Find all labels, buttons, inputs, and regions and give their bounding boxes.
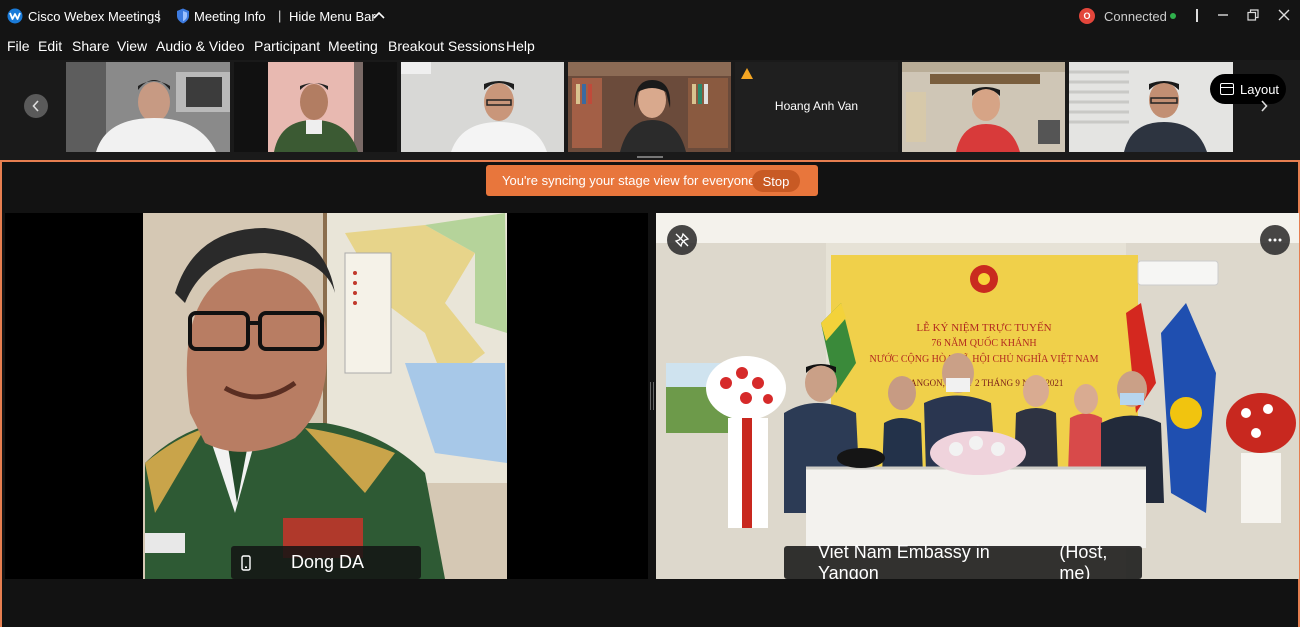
participant-video <box>66 62 230 152</box>
menu-meeting[interactable]: Meeting <box>328 38 378 54</box>
resize-handle[interactable] <box>637 156 663 158</box>
menu-breakout-sessions[interactable]: Breakout Sessions <box>388 38 505 54</box>
participant-video <box>568 62 731 152</box>
shield-icon[interactable] <box>176 8 190 24</box>
backdrop-text: 76 NĂM QUỐC KHÁNH <box>931 336 1036 349</box>
chevron-right-icon <box>1261 100 1268 112</box>
menu-view[interactable]: View <box>117 38 147 54</box>
participant-video <box>401 62 564 152</box>
participant-video: LỄ KỶ NIỆM TRỰC TUYẾN 76 NĂM QUỐC KHÁNH … <box>656 213 1299 579</box>
stage-video-tile-left[interactable]: Dong DA <box>5 213 648 579</box>
menu-help[interactable]: Help <box>506 38 535 54</box>
hide-menu-bar-button[interactable]: Hide Menu Bar <box>289 9 376 24</box>
menu-edit[interactable]: Edit <box>38 38 62 54</box>
warning-icon <box>741 68 753 79</box>
scroll-left-button[interactable] <box>24 94 48 118</box>
minimize-icon <box>1218 14 1228 16</box>
close-icon <box>1278 9 1290 21</box>
more-options-button[interactable] <box>1260 225 1290 255</box>
participant-strip: Hoang Anh Van Layout <box>0 60 1300 160</box>
participant-video-tile[interactable] <box>1069 62 1233 152</box>
stop-sync-button[interactable]: Stop <box>752 170 800 192</box>
title-separator: | <box>278 8 282 23</box>
connection-status-label[interactable]: Connected <box>1104 9 1167 24</box>
unpin-button[interactable] <box>667 225 697 255</box>
close-button[interactable] <box>1275 6 1293 24</box>
sync-stage-banner: You're syncing your stage view for every… <box>486 165 818 196</box>
participant-video <box>902 62 1065 152</box>
participant-video <box>234 62 397 152</box>
participant-name-tag: Viet Nam Embassy in Yangon (Host, me) <box>784 542 1142 579</box>
stage-view: You're syncing your stage view for every… <box>0 160 1300 627</box>
menu-audio-video[interactable]: Audio & Video <box>156 38 244 54</box>
restore-button[interactable] <box>1244 6 1262 24</box>
participant-name-tag: Dong DA <box>231 546 421 579</box>
backdrop-text: LỄ KỶ NIỆM TRỰC TUYẾN <box>916 321 1051 334</box>
minimize-button[interactable] <box>1214 6 1232 24</box>
menu-participant[interactable]: Participant <box>254 38 320 54</box>
participant-video <box>5 213 648 579</box>
stage-splitter[interactable] <box>650 382 654 410</box>
participant-video-tile[interactable] <box>568 62 731 152</box>
connected-indicator <box>1170 13 1176 19</box>
title-divider <box>1196 9 1198 22</box>
participant-name: Dong DA <box>291 552 365 572</box>
participant-role: (Host, me) <box>1059 541 1108 580</box>
restore-icon <box>1247 9 1259 21</box>
chevron-up-icon[interactable] <box>373 10 385 20</box>
menu-file[interactable]: File <box>7 38 30 54</box>
participant-video-tile[interactable] <box>66 62 230 152</box>
stage-video-tile-right[interactable]: LỄ KỶ NIỆM TRỰC TUYẾN 76 NĂM QUỐC KHÁNH … <box>656 213 1299 579</box>
mobile-phone-icon <box>241 554 251 571</box>
participant-video <box>1069 62 1233 152</box>
participant-name: Hoang Anh Van <box>774 99 859 113</box>
menu-share[interactable]: Share <box>72 38 109 54</box>
layout-icon <box>1220 83 1234 95</box>
menu-bar: File Edit Share View Audio & Video Parti… <box>0 32 1300 60</box>
app-title: Cisco Webex Meetings <box>28 9 161 24</box>
meeting-info-button[interactable]: Meeting Info <box>194 9 266 24</box>
participant-video-tile[interactable] <box>902 62 1065 152</box>
sync-stage-message: You're syncing your stage view for every… <box>502 173 760 188</box>
scroll-right-button[interactable] <box>1252 94 1276 118</box>
connection-status-icon[interactable]: O <box>1079 8 1095 24</box>
backdrop-text: NƯỚC CỘNG HÒA XÃ HỘI CHỦ NGHĨA VIỆT NAM <box>869 353 1098 365</box>
participant-video-tile[interactable] <box>401 62 564 152</box>
title-separator: | <box>157 8 161 23</box>
more-icon <box>1268 238 1282 242</box>
participant-name: Viet Nam Embassy in Yangon <box>818 541 990 580</box>
unpin-icon <box>674 232 690 248</box>
webex-logo-icon <box>7 8 23 24</box>
participant-video-tile[interactable] <box>234 62 397 152</box>
title-bar: Cisco Webex Meetings | Meeting Info | Hi… <box>0 0 1300 32</box>
chevron-left-icon <box>32 100 39 112</box>
participant-audio-tile[interactable]: Hoang Anh Van <box>735 62 898 152</box>
